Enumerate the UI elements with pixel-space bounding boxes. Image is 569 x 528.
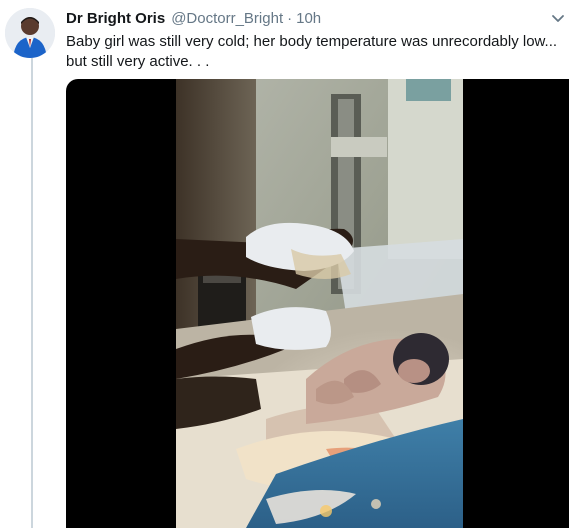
tweet-card[interactable]: Dr Bright Oris @Doctorr_Bright · 10h Bab… <box>0 0 569 528</box>
tweet-header: Dr Bright Oris @Doctorr_Bright · 10h <box>66 9 545 29</box>
author-handle[interactable]: @Doctorr_Bright <box>171 9 283 29</box>
video-thumbnail <box>176 79 463 528</box>
separator-dot: · <box>287 10 293 27</box>
tweet-text: Baby girl was still very cold; her body … <box>66 33 558 70</box>
chevron-down-icon[interactable] <box>549 9 567 27</box>
video-player[interactable] <box>66 79 569 528</box>
avatar-image <box>5 8 55 58</box>
avatar[interactable] <box>5 8 55 58</box>
author-name[interactable]: Dr Bright Oris <box>66 9 165 29</box>
thread-line <box>31 58 33 528</box>
tweet-timestamp[interactable]: 10h <box>296 9 321 29</box>
